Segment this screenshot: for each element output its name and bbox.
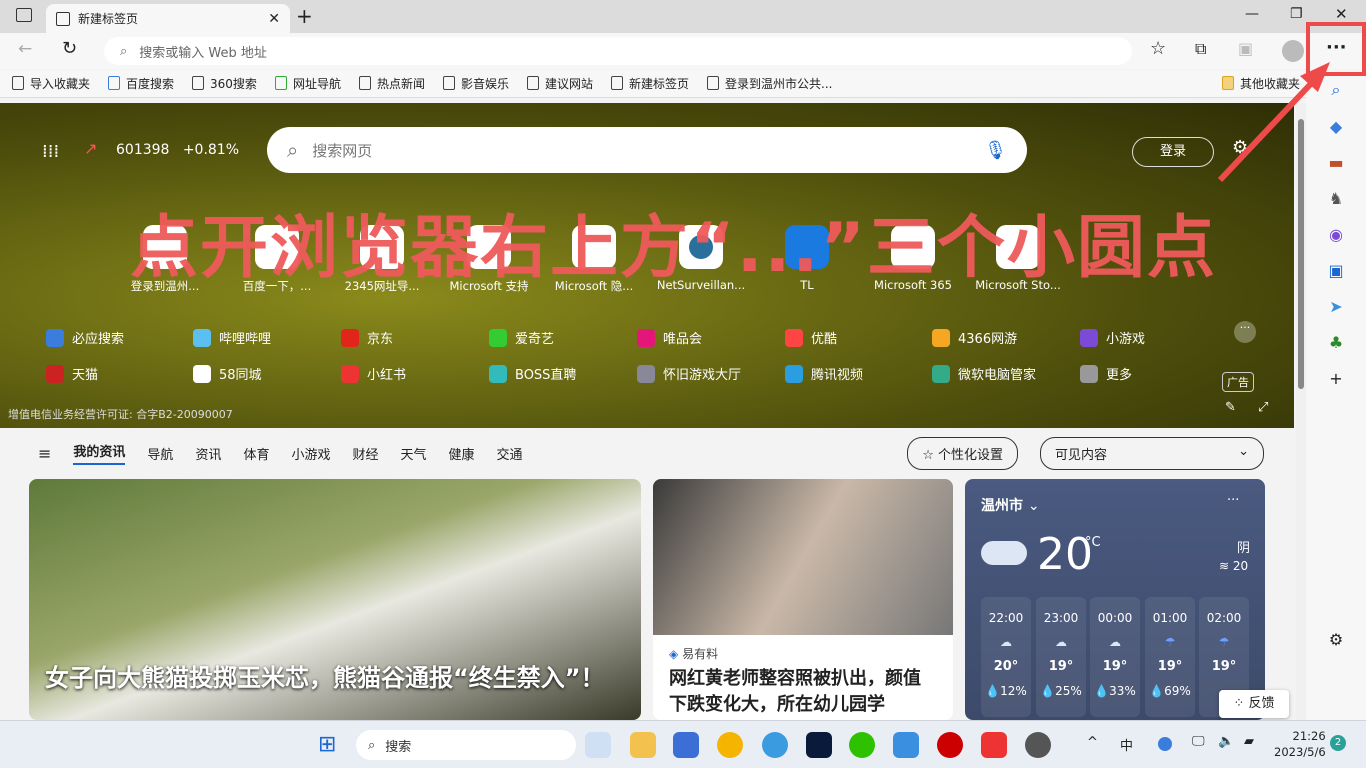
highlight-box (1308, 24, 1364, 74)
clock[interactable]: 21:262023/5/6 (1274, 728, 1326, 760)
photoshop-icon[interactable] (806, 732, 832, 758)
menu-icon[interactable]: ≡ (38, 444, 51, 463)
chrome-icon[interactable] (717, 732, 743, 758)
hourly-forecast: 22:00☁20°💧12% (981, 597, 1031, 717)
feed-tab[interactable]: 体育 (243, 444, 269, 463)
input-method-icon[interactable] (1158, 737, 1172, 751)
news-card[interactable]: ◈ 易有料 网红黄老师整容照被扒出，颜值下跌变化大，所在幼儿园学 (653, 479, 953, 720)
ie-icon[interactable] (762, 732, 788, 758)
feed-tab[interactable]: 天气 (401, 444, 427, 463)
feed-nav: ≡ 我的资讯 导航 资讯 体育 小游戏 财经 天气 健康 交通 ☆ 个性化设置 … (0, 428, 1294, 478)
feishu-icon[interactable] (893, 732, 919, 758)
volume-icon[interactable]: 🔈 (1218, 734, 1234, 749)
feed-tab[interactable]: 健康 (449, 444, 475, 463)
feed-tab[interactable]: 交通 (497, 444, 523, 463)
feed-tab[interactable]: 小游戏 (291, 444, 330, 463)
notification-badge[interactable]: 2 (1330, 735, 1346, 751)
wps-icon[interactable] (981, 732, 1007, 758)
news-headline[interactable]: 网红黄老师整容照被扒出，颜值下跌变化大，所在幼儿园学 (653, 662, 953, 720)
weather-city[interactable]: 温州市 ⌄ (981, 495, 1040, 515)
news-image (653, 479, 953, 635)
feed-tab[interactable]: 导航 (147, 444, 173, 463)
battery-icon[interactable]: ▰ (1244, 734, 1254, 749)
hourly-forecast: 23:00☁19°💧25% (1036, 597, 1086, 717)
feed-tab[interactable]: 财经 (352, 444, 378, 463)
wechat-icon[interactable] (849, 732, 875, 758)
network-icon[interactable]: 🖵 (1192, 734, 1205, 749)
news-source: ◈ 易有料 (653, 635, 953, 662)
cloud-icon (981, 541, 1027, 565)
search-icon: ⌕ (368, 738, 375, 753)
settings-taskbar-icon[interactable] (1025, 732, 1051, 758)
tray-chevron-icon[interactable]: ^ (1087, 735, 1098, 750)
edge-taskbar-icon[interactable] (585, 732, 611, 758)
news-headline[interactable]: 女子向大熊猫投掷玉米芯，熊猫谷通报“终生禁入”！ (45, 661, 635, 695)
file-explorer-icon[interactable] (630, 732, 656, 758)
weather-unit: °C (1085, 535, 1101, 550)
weather-condition: 阴 (1237, 537, 1250, 556)
weather-more-icon[interactable]: ··· (1227, 493, 1239, 508)
news-card-main[interactable]: 女子向大熊猫投掷玉米芯，熊猫谷通报“终生禁入”！ (29, 479, 641, 720)
ime-indicator[interactable]: 中 (1120, 735, 1133, 754)
recorder-icon[interactable] (937, 732, 963, 758)
personalize-button[interactable]: ☆ 个性化设置 (907, 437, 1018, 470)
feed-tab[interactable]: 我的资讯 (73, 441, 125, 465)
annotation-arrow (1220, 72, 1322, 180)
taskbar-search[interactable]: ⌕搜索 (356, 730, 576, 760)
store-icon[interactable] (673, 732, 699, 758)
hourly-forecast: 01:00☂19°💧69% (1145, 597, 1195, 717)
hourly-forecast: 00:00☁19°💧33% (1090, 597, 1140, 717)
feedback-button[interactable]: ⁘ 反馈 (1219, 690, 1289, 718)
windows-start-icon[interactable]: ⊞ (318, 732, 336, 757)
air-quality: ≋ 20 (1219, 559, 1248, 573)
feed-tab[interactable]: 资讯 (195, 444, 221, 463)
visible-content-dropdown[interactable]: 可见内容⌄ (1040, 437, 1264, 470)
